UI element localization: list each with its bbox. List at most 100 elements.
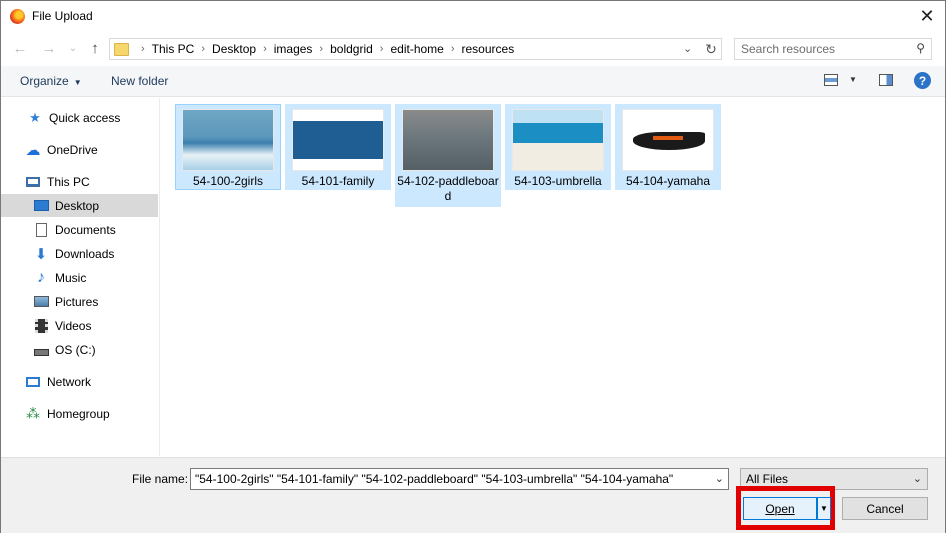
search-placeholder: Search resources: [741, 42, 836, 56]
sidebar-item-videos[interactable]: Videos: [1, 314, 158, 337]
open-label: Open: [765, 501, 795, 516]
sidebar-item-os-c[interactable]: OS (C:): [1, 338, 158, 361]
breadcrumb-separator[interactable]: ›: [373, 43, 391, 55]
search-input[interactable]: Search resources ⚲: [734, 38, 932, 60]
file-item-54-104-yamaha[interactable]: 54-104-yamaha: [615, 104, 721, 190]
window-title: File Upload: [32, 9, 93, 23]
forward-button[interactable]: →: [39, 38, 59, 58]
music-icon: ♪: [37, 268, 45, 286]
breadcrumb-images[interactable]: images: [274, 42, 313, 56]
download-icon: ⬇: [34, 245, 48, 263]
sidebar-item-homegroup[interactable]: ⁂ Homegroup: [1, 402, 158, 425]
firefox-icon: [10, 9, 25, 24]
organize-label: Organize: [20, 74, 69, 88]
file-item-54-103-umbrella[interactable]: 54-103-umbrella: [505, 104, 611, 190]
sidebar-item-label: Quick access: [49, 110, 121, 125]
new-folder-button[interactable]: New folder: [111, 74, 168, 88]
breadcrumb-separator[interactable]: ›: [444, 43, 462, 55]
file-type-value: All Files: [746, 472, 789, 486]
file-name: 54-100-2girls: [192, 174, 264, 188]
star-icon: ★: [29, 109, 41, 125]
breadcrumb-separator: ›: [141, 43, 145, 55]
sidebar-item-this-pc[interactable]: This PC: [1, 170, 158, 193]
image-thumbnail: [182, 109, 274, 171]
folder-icon: [114, 43, 129, 56]
desktop-icon: [33, 198, 49, 214]
breadcrumb-desktop[interactable]: Desktop: [212, 42, 256, 56]
file-name: 54-104-yamaha: [625, 174, 711, 188]
file-item-54-102-paddleboard[interactable]: 54-102-paddleboard: [395, 104, 501, 207]
cancel-button[interactable]: Cancel: [842, 497, 928, 520]
sidebar-item-downloads[interactable]: ⬇ Downloads: [1, 242, 158, 265]
video-icon: [33, 318, 49, 334]
sidebar-item-label: Downloads: [55, 246, 115, 261]
caret-down-icon[interactable]: ▼: [849, 75, 857, 84]
file-item-54-101-family[interactable]: 54-101-family: [285, 104, 391, 190]
recent-locations-button[interactable]: ⌄: [63, 38, 83, 58]
image-thumbnail: [292, 109, 384, 171]
command-toolbar: Organize ▼ New folder ▼ ?: [1, 66, 945, 97]
sidebar-item-quick-access[interactable]: ★ Quick access: [1, 106, 158, 129]
back-button[interactable]: ←: [10, 38, 30, 58]
organize-button[interactable]: Organize ▼: [20, 74, 82, 88]
open-button[interactable]: Open: [743, 497, 817, 520]
breadcrumb-separator[interactable]: ›: [312, 43, 330, 55]
sidebar-item-label: Desktop: [55, 198, 100, 213]
preview-pane-icon[interactable]: [879, 74, 893, 86]
search-icon: ⚲: [916, 41, 925, 55]
file-upload-dialog: File Upload ✕ ← → ⌄ ↑ › This PC › Deskto…: [0, 0, 946, 533]
file-list[interactable]: 54-100-2girls 54-101-family 54-102-paddl…: [161, 98, 945, 456]
homegroup-icon: ⁂: [26, 405, 40, 421]
refresh-icon[interactable]: ↻: [702, 40, 720, 58]
sidebar-item-pictures[interactable]: Pictures: [1, 290, 158, 313]
file-name: 54-102-paddleboard: [397, 174, 499, 203]
breadcrumb-resources[interactable]: resources: [462, 42, 515, 56]
sidebar-item-network[interactable]: Network: [1, 370, 158, 393]
highlight-box: Open ▼: [736, 486, 835, 530]
chevron-down-icon: ⌄: [912, 473, 922, 485]
breadcrumb: › This PC › Desktop › images › boldgrid …: [134, 42, 514, 56]
sidebar-item-music[interactable]: ♪ Music: [1, 266, 158, 289]
sidebar-item-label: Music: [55, 270, 87, 285]
computer-icon: [25, 174, 41, 190]
caret-down-icon: ▼: [73, 78, 82, 87]
sidebar-item-label: This PC: [47, 174, 90, 189]
sidebar-item-documents[interactable]: Documents: [1, 218, 158, 241]
address-row: ← → ⌄ ↑ › This PC › Desktop › images › b…: [1, 34, 945, 63]
breadcrumb-separator[interactable]: ›: [256, 43, 274, 55]
breadcrumb-separator[interactable]: ›: [194, 43, 212, 55]
breadcrumb-this-pc[interactable]: This PC: [152, 42, 195, 56]
up-button[interactable]: ↑: [85, 38, 105, 58]
file-item-54-100-2girls[interactable]: 54-100-2girls: [175, 104, 281, 190]
chevron-down-icon[interactable]: ⌄: [715, 472, 724, 485]
sidebar-item-label: Homegroup: [47, 406, 110, 421]
sidebar-item-label: Pictures: [55, 294, 99, 309]
navigation-pane: ★ Quick access ☁ OneDrive This PC Deskto…: [1, 98, 160, 456]
help-icon[interactable]: ?: [914, 72, 931, 89]
file-name-input[interactable]: "54-100-2girls" "54-101-family" "54-102-…: [190, 468, 729, 490]
breadcrumb-edit-home[interactable]: edit-home: [390, 42, 443, 56]
file-name-label: File name:: [132, 472, 189, 486]
file-name-value: "54-100-2girls" "54-101-family" "54-102-…: [195, 472, 674, 486]
sidebar-item-onedrive[interactable]: ☁ OneDrive: [1, 138, 158, 161]
close-button[interactable]: ✕: [909, 1, 945, 32]
dialog-footer: File name: "54-100-2girls" "54-101-famil…: [1, 457, 945, 533]
sidebar-item-label: Network: [47, 374, 92, 389]
sidebar-item-label: Documents: [55, 222, 116, 237]
image-thumbnail: [622, 109, 714, 171]
image-thumbnail: [512, 109, 604, 171]
chevron-down-icon[interactable]: ⌄: [683, 42, 692, 55]
view-options-icon[interactable]: [824, 74, 838, 86]
sidebar-item-desktop[interactable]: Desktop: [1, 194, 158, 217]
sidebar-item-label: OneDrive: [47, 142, 98, 157]
image-thumbnail: [402, 109, 494, 171]
sidebar-item-label: OS (C:): [55, 342, 96, 357]
sidebar-item-label: Videos: [55, 318, 92, 333]
cloud-icon: ☁: [25, 141, 41, 159]
address-bar[interactable]: › This PC › Desktop › images › boldgrid …: [109, 38, 722, 60]
open-dropdown-button[interactable]: ▼: [817, 497, 831, 520]
breadcrumb-boldgrid[interactable]: boldgrid: [330, 42, 373, 56]
file-name: 54-103-umbrella: [514, 174, 602, 188]
network-icon: [25, 374, 41, 390]
document-icon: [33, 222, 49, 238]
